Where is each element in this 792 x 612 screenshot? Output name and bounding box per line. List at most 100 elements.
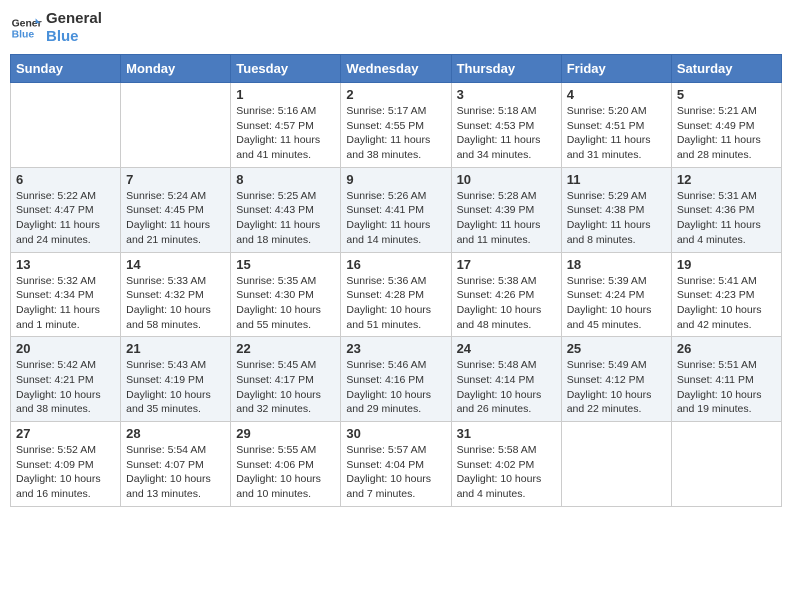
day-number: 27: [16, 426, 115, 441]
calendar-cell: 11 Sunrise: 5:29 AM Sunset: 4:38 PM Dayli…: [561, 167, 671, 252]
day-content: Sunrise: 5:28 AM Sunset: 4:39 PM Dayligh…: [457, 189, 556, 248]
calendar-cell: 29 Sunrise: 5:55 AM Sunset: 4:06 PM Dayli…: [231, 422, 341, 507]
day-number: 26: [677, 341, 776, 356]
day-number: 29: [236, 426, 335, 441]
header-day-tuesday: Tuesday: [231, 55, 341, 83]
header-day-saturday: Saturday: [671, 55, 781, 83]
day-content: Sunrise: 5:25 AM Sunset: 4:43 PM Dayligh…: [236, 189, 335, 248]
calendar-cell: 2 Sunrise: 5:17 AM Sunset: 4:55 PM Daylig…: [341, 83, 451, 168]
calendar-cell: 16 Sunrise: 5:36 AM Sunset: 4:28 PM Dayli…: [341, 252, 451, 337]
header-day-monday: Monday: [121, 55, 231, 83]
day-content: Sunrise: 5:18 AM Sunset: 4:53 PM Dayligh…: [457, 104, 556, 163]
calendar-cell: 12 Sunrise: 5:31 AM Sunset: 4:36 PM Dayli…: [671, 167, 781, 252]
week-row-4: 20 Sunrise: 5:42 AM Sunset: 4:21 PM Dayli…: [11, 337, 782, 422]
calendar-cell: 26Sunrise: 5:51 AM Sunset: 4:11 PM Dayli…: [671, 337, 781, 422]
day-number: 24: [457, 341, 556, 356]
calendar-cell: [561, 422, 671, 507]
week-row-1: 1Sunrise: 5:16 AM Sunset: 4:57 PM Daylig…: [11, 83, 782, 168]
day-content: Sunrise: 5:55 AM Sunset: 4:06 PM Dayligh…: [236, 443, 335, 502]
day-content: Sunrise: 5:26 AM Sunset: 4:41 PM Dayligh…: [346, 189, 445, 248]
day-number: 3: [457, 87, 556, 102]
day-number: 25: [567, 341, 666, 356]
day-content: Sunrise: 5:17 AM Sunset: 4:55 PM Dayligh…: [346, 104, 445, 163]
header-row: SundayMondayTuesdayWednesdayThursdayFrid…: [11, 55, 782, 83]
day-number: 11: [567, 172, 666, 187]
day-content: Sunrise: 5:46 AM Sunset: 4:16 PM Dayligh…: [346, 358, 445, 417]
day-number: 4: [567, 87, 666, 102]
day-number: 21: [126, 341, 225, 356]
calendar-cell: 27 Sunrise: 5:52 AM Sunset: 4:09 PM Dayli…: [11, 422, 121, 507]
day-content: Sunrise: 5:33 AM Sunset: 4:32 PM Dayligh…: [126, 274, 225, 333]
day-number: 16: [346, 257, 445, 272]
day-number: 12: [677, 172, 776, 187]
day-number: 23: [346, 341, 445, 356]
calendar-cell: 19 Sunrise: 5:41 AM Sunset: 4:23 PM Dayli…: [671, 252, 781, 337]
svg-text:General: General: [12, 18, 42, 29]
day-number: 13: [16, 257, 115, 272]
header-day-thursday: Thursday: [451, 55, 561, 83]
header-day-wednesday: Wednesday: [341, 55, 451, 83]
day-number: 20: [16, 341, 115, 356]
calendar-cell: 3 Sunrise: 5:18 AM Sunset: 4:53 PM Daylig…: [451, 83, 561, 168]
week-row-5: 27 Sunrise: 5:52 AM Sunset: 4:09 PM Dayli…: [11, 422, 782, 507]
day-number: 28: [126, 426, 225, 441]
day-content: Sunrise: 5:29 AM Sunset: 4:38 PM Dayligh…: [567, 189, 666, 248]
day-content: Sunrise: 5:39 AM Sunset: 4:24 PM Dayligh…: [567, 274, 666, 333]
day-number: 1: [236, 87, 335, 102]
week-row-2: 6 Sunrise: 5:22 AM Sunset: 4:47 PM Daylig…: [11, 167, 782, 252]
calendar-cell: 15 Sunrise: 5:35 AM Sunset: 4:30 PM Dayli…: [231, 252, 341, 337]
calendar-cell: 6 Sunrise: 5:22 AM Sunset: 4:47 PM Daylig…: [11, 167, 121, 252]
day-content: Sunrise: 5:48 AM Sunset: 4:14 PM Dayligh…: [457, 358, 556, 417]
day-number: 6: [16, 172, 115, 187]
calendar-cell: 23 Sunrise: 5:46 AM Sunset: 4:16 PM Dayli…: [341, 337, 451, 422]
day-number: 9: [346, 172, 445, 187]
calendar-cell: 18Sunrise: 5:39 AM Sunset: 4:24 PM Dayli…: [561, 252, 671, 337]
calendar-cell: 22Sunrise: 5:45 AM Sunset: 4:17 PM Dayli…: [231, 337, 341, 422]
calendar-cell: 30Sunrise: 5:57 AM Sunset: 4:04 PM Dayli…: [341, 422, 451, 507]
day-content: Sunrise: 5:36 AM Sunset: 4:28 PM Dayligh…: [346, 274, 445, 333]
day-content: Sunrise: 5:52 AM Sunset: 4:09 PM Dayligh…: [16, 443, 115, 502]
day-content: Sunrise: 5:42 AM Sunset: 4:21 PM Dayligh…: [16, 358, 115, 417]
calendar-cell: 25Sunrise: 5:49 AM Sunset: 4:12 PM Dayli…: [561, 337, 671, 422]
calendar-cell: [671, 422, 781, 507]
day-content: Sunrise: 5:22 AM Sunset: 4:47 PM Dayligh…: [16, 189, 115, 248]
calendar-cell: 14Sunrise: 5:33 AM Sunset: 4:32 PM Dayli…: [121, 252, 231, 337]
svg-text:Blue: Blue: [12, 30, 35, 41]
day-number: 17: [457, 257, 556, 272]
day-content: Sunrise: 5:20 AM Sunset: 4:51 PM Dayligh…: [567, 104, 666, 163]
logo-icon: General Blue: [10, 12, 42, 44]
day-number: 31: [457, 426, 556, 441]
day-content: Sunrise: 5:31 AM Sunset: 4:36 PM Dayligh…: [677, 189, 776, 248]
calendar-cell: 9 Sunrise: 5:26 AM Sunset: 4:41 PM Daylig…: [341, 167, 451, 252]
calendar-cell: 1Sunrise: 5:16 AM Sunset: 4:57 PM Daylig…: [231, 83, 341, 168]
calendar-cell: 20 Sunrise: 5:42 AM Sunset: 4:21 PM Dayli…: [11, 337, 121, 422]
calendar-cell: 13 Sunrise: 5:32 AM Sunset: 4:34 PM Dayli…: [11, 252, 121, 337]
calendar-table: SundayMondayTuesdayWednesdayThursdayFrid…: [10, 54, 782, 507]
logo: General Blue General Blue: [10, 10, 102, 46]
day-number: 15: [236, 257, 335, 272]
logo-blue: Blue: [46, 28, 102, 46]
day-content: Sunrise: 5:41 AM Sunset: 4:23 PM Dayligh…: [677, 274, 776, 333]
calendar-cell: 4 Sunrise: 5:20 AM Sunset: 4:51 PM Daylig…: [561, 83, 671, 168]
calendar-cell: [11, 83, 121, 168]
calendar-cell: 28Sunrise: 5:54 AM Sunset: 4:07 PM Dayli…: [121, 422, 231, 507]
page-header: General Blue General Blue: [10, 10, 782, 46]
calendar-cell: 17Sunrise: 5:38 AM Sunset: 4:26 PM Dayli…: [451, 252, 561, 337]
logo-general: General: [46, 10, 102, 28]
day-content: Sunrise: 5:57 AM Sunset: 4:04 PM Dayligh…: [346, 443, 445, 502]
day-content: Sunrise: 5:43 AM Sunset: 4:19 PM Dayligh…: [126, 358, 225, 417]
header-day-sunday: Sunday: [11, 55, 121, 83]
calendar-cell: 7Sunrise: 5:24 AM Sunset: 4:45 PM Daylig…: [121, 167, 231, 252]
calendar-cell: [121, 83, 231, 168]
day-number: 7: [126, 172, 225, 187]
day-number: 19: [677, 257, 776, 272]
day-content: Sunrise: 5:58 AM Sunset: 4:02 PM Dayligh…: [457, 443, 556, 502]
day-number: 22: [236, 341, 335, 356]
day-content: Sunrise: 5:32 AM Sunset: 4:34 PM Dayligh…: [16, 274, 115, 333]
calendar-cell: 10Sunrise: 5:28 AM Sunset: 4:39 PM Dayli…: [451, 167, 561, 252]
day-number: 5: [677, 87, 776, 102]
day-number: 2: [346, 87, 445, 102]
day-content: Sunrise: 5:21 AM Sunset: 4:49 PM Dayligh…: [677, 104, 776, 163]
week-row-3: 13 Sunrise: 5:32 AM Sunset: 4:34 PM Dayli…: [11, 252, 782, 337]
day-content: Sunrise: 5:35 AM Sunset: 4:30 PM Dayligh…: [236, 274, 335, 333]
